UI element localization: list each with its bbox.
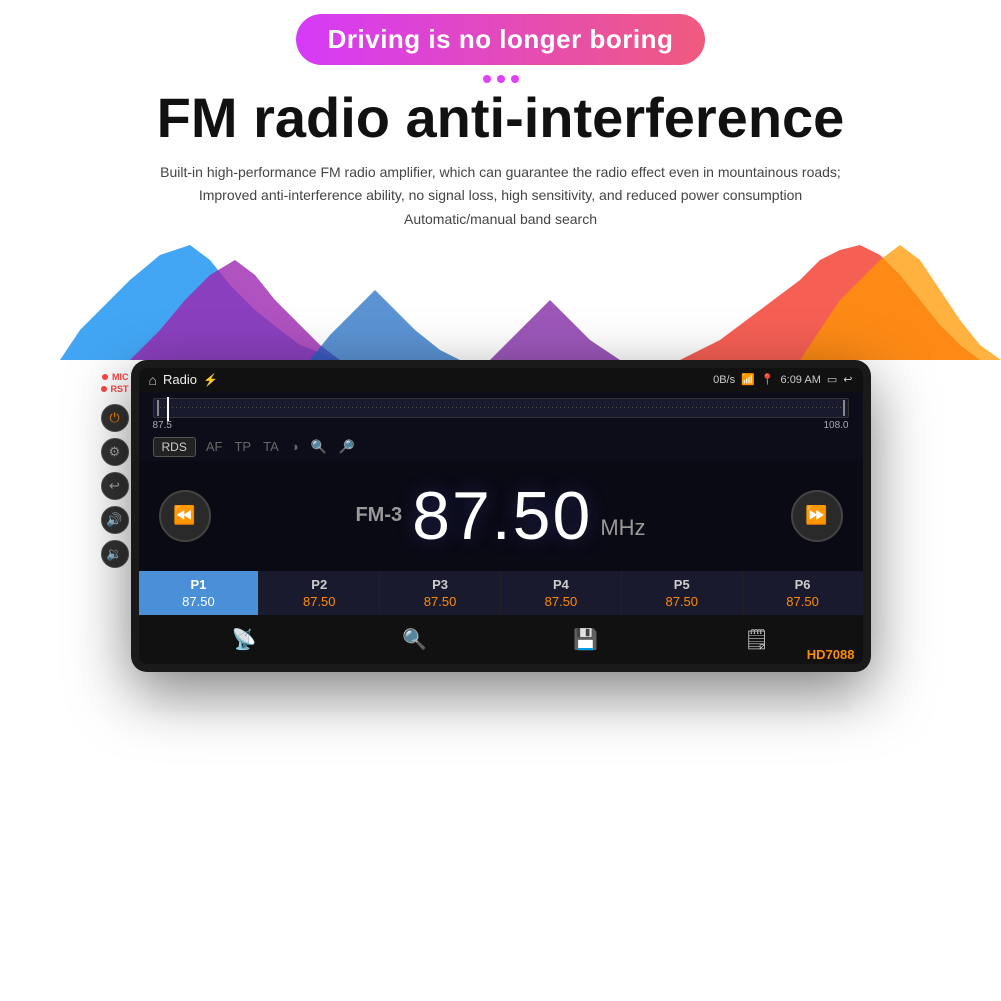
radio-display-area: ⏪ FM-3 87.50 MHz ⏩: [139, 461, 863, 571]
rds-options: AF TP TA ◑ 🔍 🔎: [206, 439, 355, 455]
screen-icon: ▭: [827, 373, 837, 386]
status-bar: ⌂ Radio ⚡ 0B/s 📶 📍 6:09 AM ▭ ↩: [139, 368, 863, 392]
rds-clock-icon[interactable]: ◑: [291, 439, 299, 455]
preset-p1-name: P1: [190, 577, 206, 592]
banner-pill: Driving is no longer boring: [296, 14, 706, 65]
clock: 6:09 AM: [781, 374, 821, 386]
status-left: ⌂ Radio ⚡: [149, 372, 708, 388]
frequency-bar-area: 87.5 108.0: [139, 392, 863, 433]
usb-icon: ⚡: [203, 373, 218, 387]
model-number: HD7088: [807, 647, 855, 662]
device-container: MIC RST ⏻ ⚙ ↩ 🔊 🔉 ⌂ Radio ⚡: [0, 360, 1001, 672]
frequency-scale: 87.5 108.0: [153, 420, 849, 431]
frequency-needle: [167, 397, 169, 421]
frequency-display: 87.50: [412, 477, 592, 555]
mhz-label: MHz: [600, 515, 645, 541]
device-reflection: [0, 674, 1001, 724]
dot-1: [483, 75, 491, 83]
back-nav-icon[interactable]: ↩: [843, 373, 852, 386]
wifi-icon: 📶: [741, 373, 755, 386]
freq-min: 87.5: [153, 420, 172, 431]
main-heading: FM radio anti-interference: [0, 87, 1001, 149]
waveform-visualization: [0, 240, 1001, 360]
preset-p3[interactable]: P3 87.50: [380, 571, 500, 615]
rds-tp[interactable]: TP: [234, 439, 251, 455]
rds-search-icon[interactable]: 🔍: [311, 439, 327, 455]
dot-2: [497, 75, 505, 83]
car-radio-device: ⌂ Radio ⚡ 0B/s 📶 📍 6:09 AM ▭ ↩: [131, 360, 871, 672]
bottom-toolbar: 📡 🔍 💾 🗒: [139, 615, 863, 664]
desc-line1: Built-in high-performance FM radio ampli…: [160, 164, 841, 180]
rds-zoom-icon[interactable]: 🔎: [339, 439, 355, 455]
rds-options-row: RDS AF TP TA ◑ 🔍 🔎: [139, 433, 863, 461]
preset-p3-freq: 87.50: [424, 594, 457, 609]
mic-label-row: MIC: [102, 372, 129, 382]
save-icon[interactable]: 💾: [561, 623, 610, 656]
frequency-group: FM-3 87.50 MHz: [355, 477, 645, 555]
back-button[interactable]: ↩: [101, 472, 129, 500]
preset-p1-freq: 87.50: [182, 594, 215, 609]
preset-p2[interactable]: P2 87.50: [259, 571, 379, 615]
screen-title: Radio: [163, 372, 197, 387]
frequency-track[interactable]: [153, 398, 849, 418]
preset-p2-freq: 87.50: [303, 594, 336, 609]
preset-buttons-row: P1 87.50 P2 87.50 P3 87.50 P4 87.50 P5: [139, 571, 863, 615]
band-label: FM-3: [355, 504, 402, 527]
settings-button[interactable]: ⚙: [101, 438, 129, 466]
location-icon: 📍: [761, 373, 775, 386]
power-button[interactable]: ⏻: [101, 404, 129, 432]
rst-dot: [101, 386, 107, 392]
preset-p5-freq: 87.50: [665, 594, 698, 609]
volume-up-button[interactable]: 🔊: [101, 506, 129, 534]
side-controls: MIC RST ⏻ ⚙ ↩ 🔊 🔉: [101, 360, 129, 568]
preset-p4-freq: 87.50: [545, 594, 578, 609]
rds-af[interactable]: AF: [206, 439, 223, 455]
banner-text: Driving is no longer boring: [328, 24, 674, 54]
list-icon[interactable]: 🗒: [732, 623, 781, 656]
volume-down-button[interactable]: 🔉: [101, 540, 129, 568]
preset-p6-freq: 87.50: [786, 594, 819, 609]
next-button[interactable]: ⏩: [791, 490, 843, 542]
search-toolbar-icon[interactable]: 🔍: [390, 623, 439, 656]
decorative-dots: [0, 75, 1001, 83]
data-speed: 0B/s: [713, 374, 735, 386]
waveform-svg: [0, 240, 1001, 360]
preset-p6[interactable]: P6 87.50: [743, 571, 863, 615]
dot-3: [511, 75, 519, 83]
preset-p4[interactable]: P4 87.50: [501, 571, 621, 615]
rds-ta[interactable]: TA: [263, 439, 279, 455]
top-banner-area: Driving is no longer boring: [0, 0, 1001, 65]
status-right: 0B/s 📶 📍 6:09 AM ▭ ↩: [713, 373, 852, 386]
description-block: Built-in high-performance FM radio ampli…: [0, 161, 1001, 232]
preset-p4-name: P4: [553, 577, 569, 592]
desc-line2: Improved anti-interference ability, no s…: [199, 187, 802, 203]
device-screen: ⌂ Radio ⚡ 0B/s 📶 📍 6:09 AM ▭ ↩: [139, 368, 863, 664]
freq-max: 108.0: [823, 420, 848, 431]
prev-button[interactable]: ⏪: [159, 490, 211, 542]
desc-line3: Automatic/manual band search: [404, 211, 597, 227]
rst-label: RST: [111, 384, 129, 394]
preset-p5-name: P5: [674, 577, 690, 592]
rst-label-row: RST: [101, 384, 129, 394]
preset-p1[interactable]: P1 87.50: [139, 571, 259, 615]
preset-p5[interactable]: P5 87.50: [622, 571, 742, 615]
reflection-visual: [151, 686, 851, 711]
home-icon[interactable]: ⌂: [149, 372, 157, 388]
mic-dot: [102, 374, 108, 380]
rds-button[interactable]: RDS: [153, 437, 196, 457]
mic-label: MIC: [112, 372, 129, 382]
preset-p3-name: P3: [432, 577, 448, 592]
cast-icon[interactable]: 📡: [219, 623, 268, 656]
preset-p2-name: P2: [311, 577, 327, 592]
preset-p6-name: P6: [795, 577, 811, 592]
